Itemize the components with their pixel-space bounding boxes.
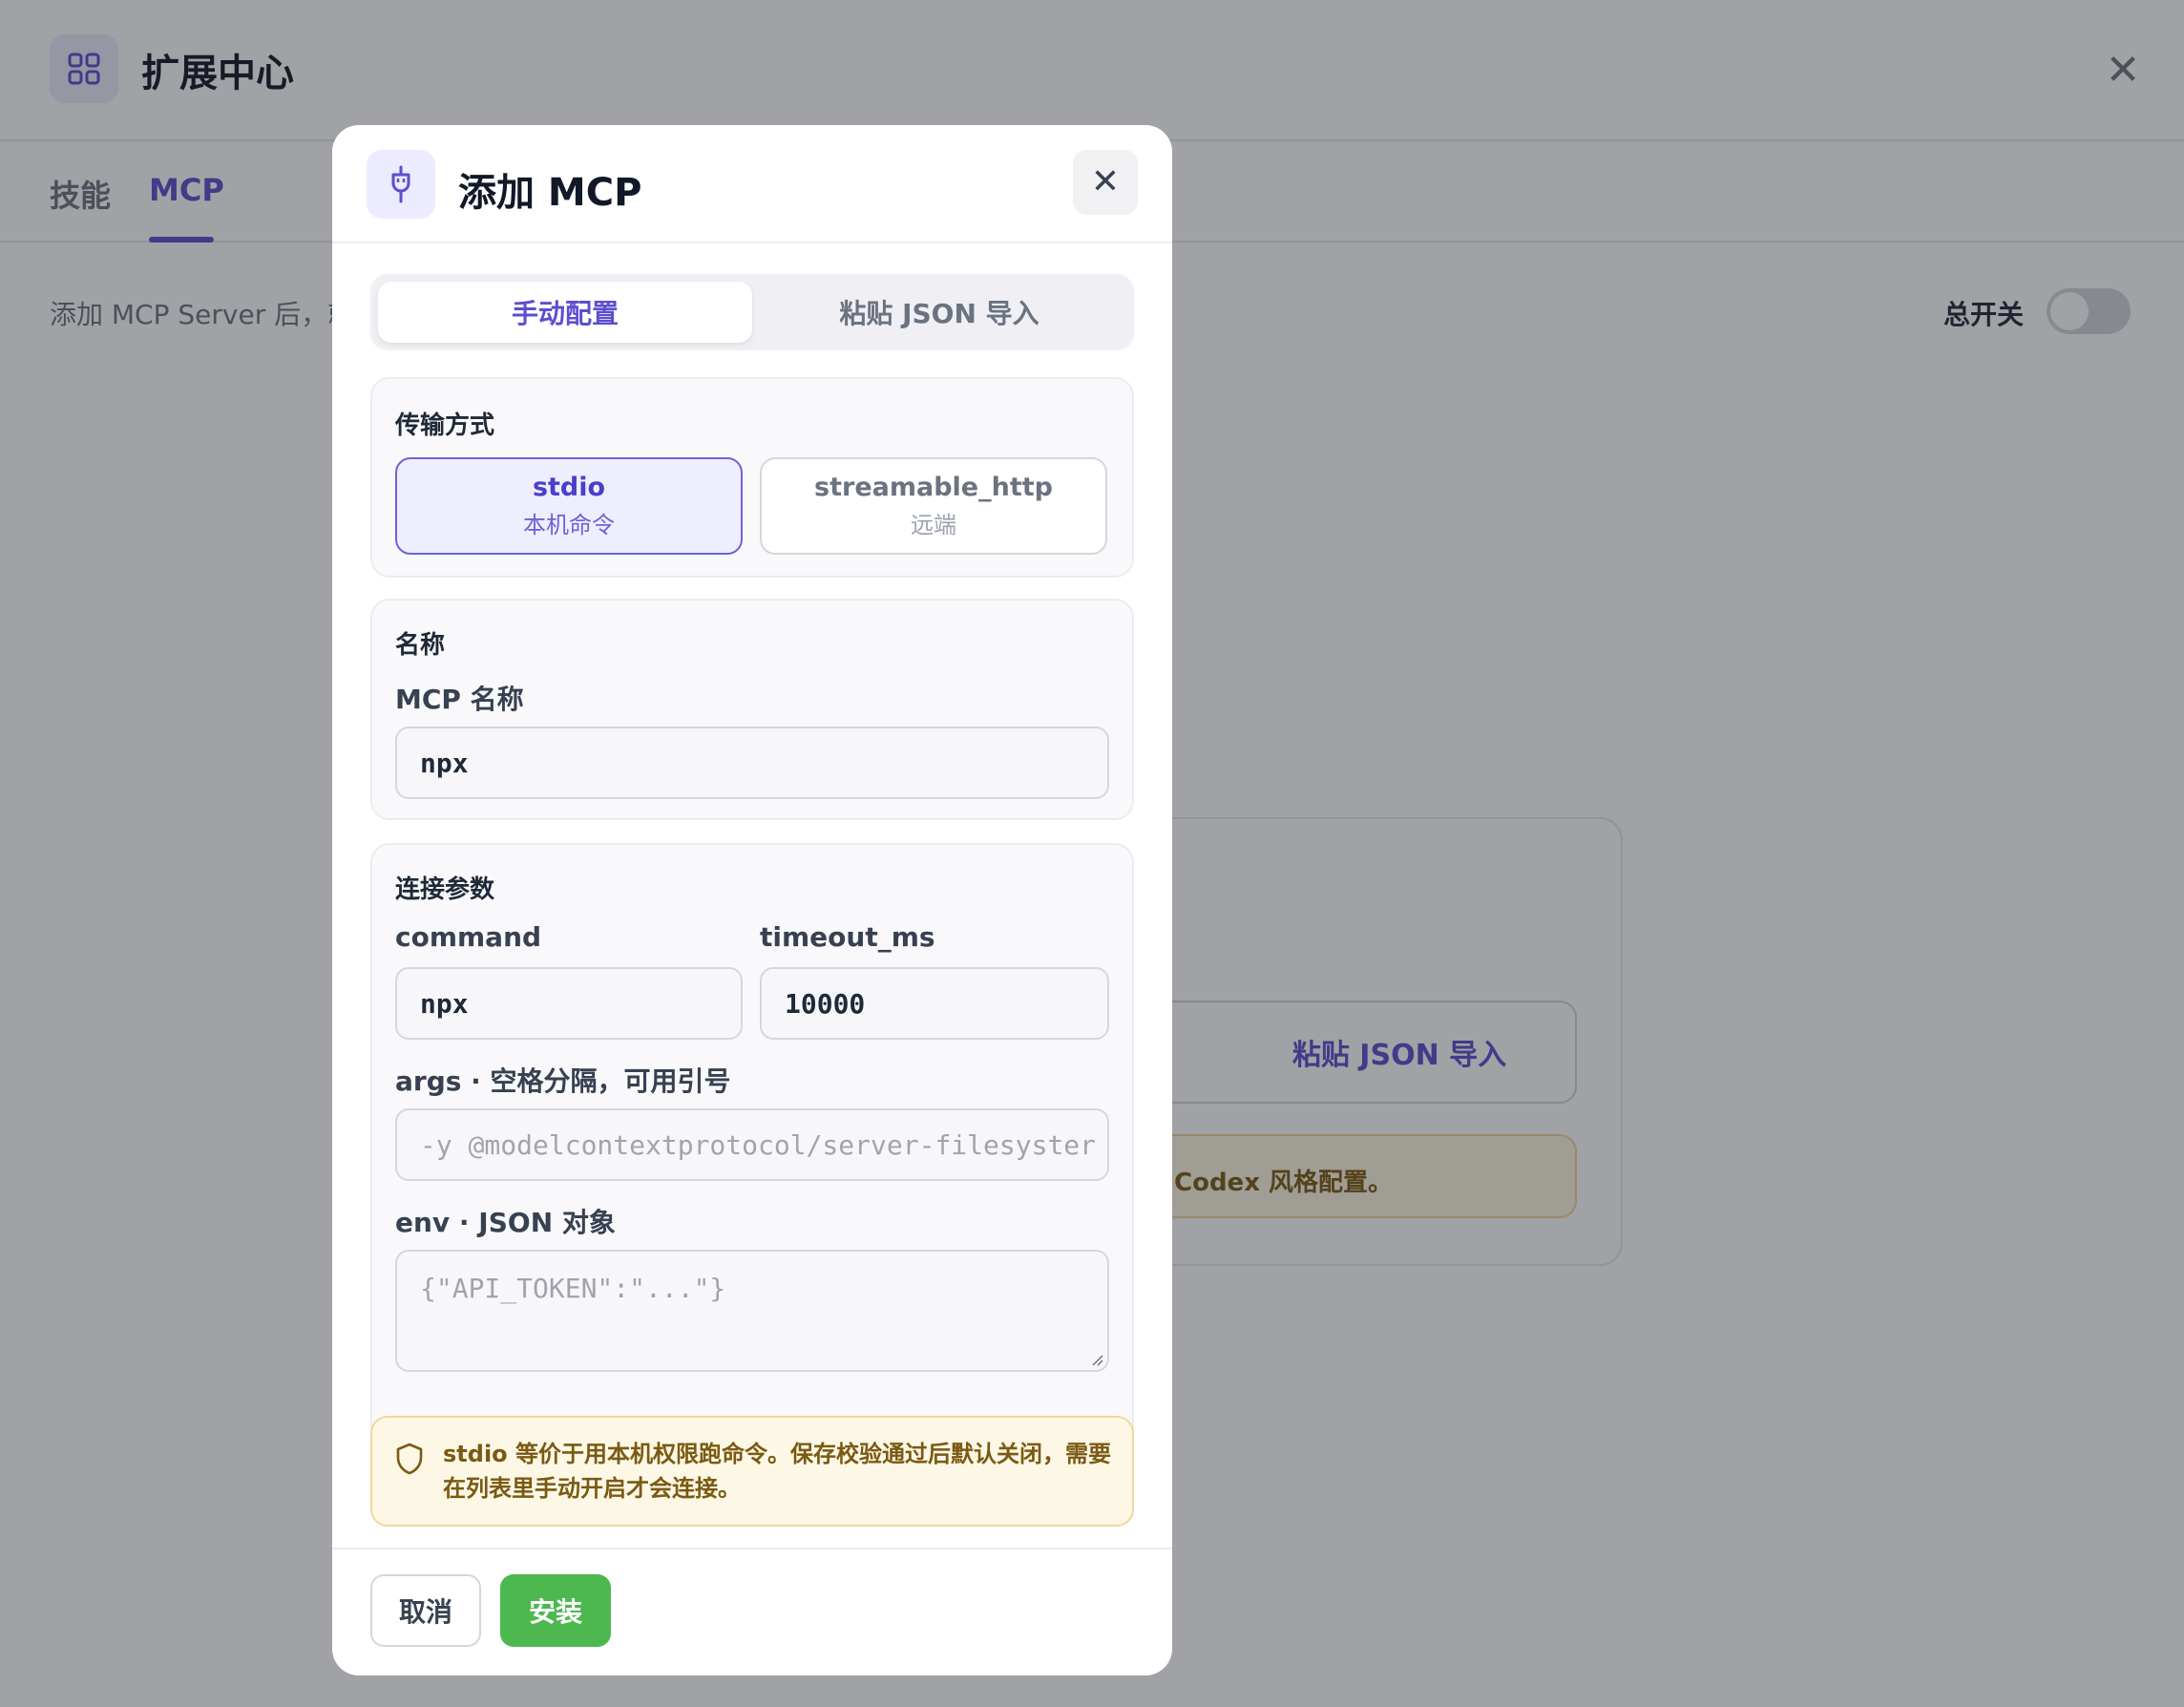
transport-option-streamable-http[interactable]: streamable_http 远端 [760, 457, 1107, 555]
cancel-button[interactable]: 取消 [370, 1574, 481, 1647]
env-placeholder-text: {"API_TOKEN":"..."} [420, 1273, 726, 1304]
mode-switcher: 手动配置 粘贴 JSON 导入 [370, 274, 1134, 350]
shield-icon [396, 1443, 423, 1475]
transport-section: 传输方式 stdio 本机命令 streamable_http 远端 [370, 377, 1134, 578]
command-input[interactable]: npx [395, 967, 743, 1040]
add-mcp-dialog: 添加 MCP ✕ 手动配置 粘贴 JSON 导入 传输方式 stdio 本机命令… [332, 125, 1172, 1675]
env-textarea[interactable]: {"API_TOKEN":"..."} [395, 1250, 1109, 1372]
mcp-name-label: MCP 名称 [395, 684, 524, 715]
dialog-header: 添加 MCP ✕ [332, 125, 1172, 243]
name-section-label: 名称 [395, 631, 446, 660]
transport-option-name: streamable_http [814, 473, 1053, 502]
dialog-footer: 取消 安装 [332, 1548, 1172, 1675]
args-input[interactable]: -y @modelcontextprotocol/server-filesyst… [395, 1108, 1109, 1181]
transport-option-name: stdio [532, 473, 606, 502]
install-button[interactable]: 安装 [500, 1574, 611, 1647]
command-label: command [395, 921, 542, 953]
connection-section-label: 连接参数 [395, 875, 495, 904]
timeout-input[interactable]: 10000 [760, 967, 1109, 1040]
transport-option-subtitle: 本机命令 [523, 512, 615, 538]
plug-icon [367, 150, 435, 219]
transport-option-subtitle: 远端 [911, 512, 956, 538]
tab-manual-config[interactable]: 手动配置 [378, 282, 752, 343]
env-label: env · JSON 对象 [395, 1207, 616, 1238]
dialog-title: 添加 MCP [458, 171, 642, 215]
timeout-label: timeout_ms [760, 921, 935, 953]
mcp-name-input[interactable]: npx [395, 727, 1109, 799]
tab-paste-json[interactable]: 粘贴 JSON 导入 [752, 282, 1126, 343]
resize-grip-icon[interactable] [1090, 1353, 1103, 1366]
stdio-warning: stdio 等价于用本机权限跑命令。保存校验通过后默认关闭，需要在列表里手动开启… [370, 1416, 1134, 1527]
transport-section-label: 传输方式 [395, 411, 495, 440]
name-section: 名称 MCP 名称 npx [370, 599, 1134, 820]
transport-option-stdio[interactable]: stdio 本机命令 [395, 457, 743, 555]
close-dialog-button[interactable]: ✕ [1073, 150, 1138, 215]
args-label: args · 空格分隔，可用引号 [395, 1065, 731, 1097]
warning-text: stdio 等价于用本机权限跑命令。保存校验通过后默认关闭，需要在列表里手动开启… [443, 1441, 1112, 1502]
